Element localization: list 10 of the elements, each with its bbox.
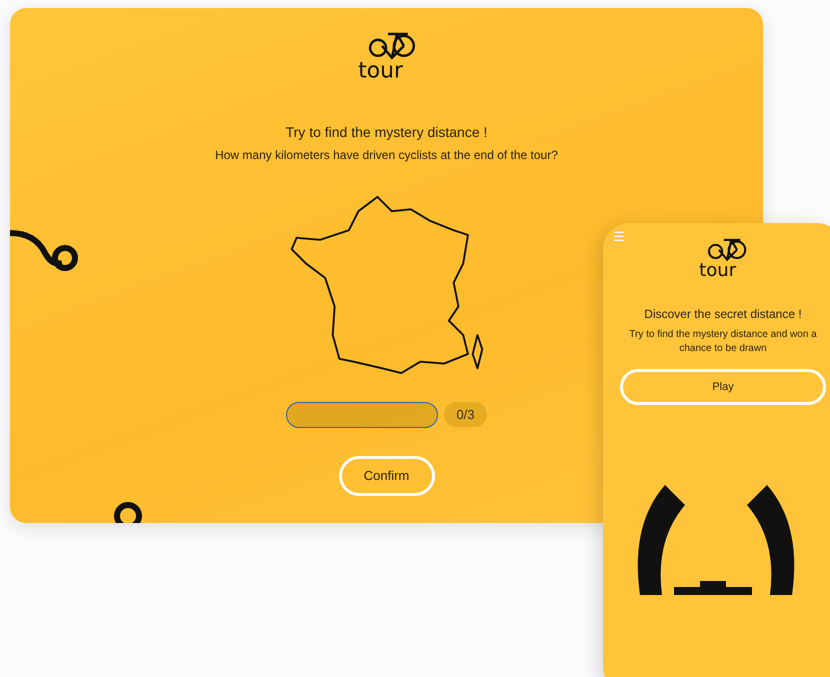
game-title: Try to find the mystery distance ! (286, 122, 488, 142)
tour-logo: tour (694, 235, 752, 280)
tour-logo: tour (352, 28, 422, 83)
mobile-subtitle: Try to find the mystery distance and won a chance to be drawn (628, 328, 818, 356)
mobile-title: Discover the secret distance ! (644, 306, 802, 322)
question-text: How many kilometers have driven cyclists at the end of the tour? (215, 147, 558, 164)
play-button[interactable]: Play (620, 369, 826, 406)
distance-input[interactable] (286, 402, 438, 428)
confirm-button[interactable]: Confirm (338, 456, 434, 496)
attempts-counter: 0/3 (444, 402, 487, 428)
